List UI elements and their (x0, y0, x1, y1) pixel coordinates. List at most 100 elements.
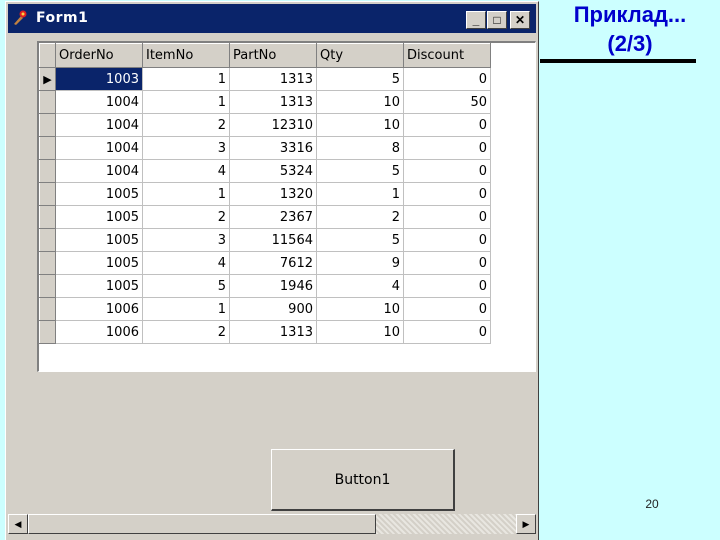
grid-cell[interactable]: 1005 (55, 182, 143, 206)
grid-cell[interactable]: 1004 (55, 159, 143, 183)
table-row[interactable]: 1005 4 7612 9 0 (39, 251, 491, 275)
grid-cell[interactable]: 2 (142, 205, 230, 229)
grid-cell[interactable]: 0 (403, 320, 491, 344)
horizontal-scrollbar[interactable]: ◀ ▶ (8, 514, 536, 534)
grid-cell[interactable]: 0 (403, 182, 491, 206)
grid-cell[interactable]: 1 (316, 182, 404, 206)
grid-cell[interactable]: 4 (142, 251, 230, 275)
grid-cell[interactable]: 1320 (229, 182, 317, 206)
grid-cell[interactable]: 5 (142, 274, 230, 298)
row-indicator[interactable] (39, 205, 56, 229)
grid-cell[interactable]: 9 (316, 251, 404, 275)
table-row[interactable]: 1004 2 12310 10 0 (39, 113, 491, 137)
minimize-button[interactable]: _ (466, 11, 486, 29)
grid-cell[interactable]: 4 (316, 274, 404, 298)
grid-cell[interactable]: 4 (142, 159, 230, 183)
table-row[interactable]: 1005 5 1946 4 0 (39, 274, 491, 298)
grid-cell[interactable]: 1 (142, 182, 230, 206)
scroll-thumb[interactable] (28, 514, 376, 534)
scroll-right-arrow[interactable]: ▶ (516, 514, 536, 534)
grid-cell[interactable]: 2 (142, 320, 230, 344)
grid-cell[interactable]: 1 (142, 90, 230, 114)
grid-cell[interactable]: 5 (316, 159, 404, 183)
grid-cell[interactable]: 8 (316, 136, 404, 160)
table-row[interactable]: 1004 1 1313 10 50 (39, 90, 491, 114)
grid-cell[interactable]: 1 (142, 297, 230, 321)
grid-cell[interactable]: 900 (229, 297, 317, 321)
row-indicator[interactable] (39, 274, 56, 298)
column-header[interactable]: OrderNo (55, 43, 143, 68)
grid-cell[interactable]: 0 (403, 113, 491, 137)
grid-cell[interactable]: 7612 (229, 251, 317, 275)
row-indicator[interactable] (39, 113, 56, 137)
row-indicator[interactable] (39, 90, 56, 114)
grid-cell[interactable]: 1004 (55, 136, 143, 160)
delphi-app-icon[interactable] (12, 10, 28, 26)
grid-cell[interactable]: 10 (316, 297, 404, 321)
column-header[interactable]: PartNo (229, 43, 317, 68)
grid-cell[interactable]: 10 (316, 90, 404, 114)
grid-cell[interactable]: 10 (316, 320, 404, 344)
grid-cell[interactable]: 1313 (229, 90, 317, 114)
grid-cell[interactable]: 1003 (55, 67, 143, 91)
db-grid[interactable]: OrderNo ItemNo PartNo Qty Discount ▶ 1003 1 131… (37, 41, 536, 372)
row-indicator[interactable] (39, 159, 56, 183)
grid-cell[interactable]: 3 (142, 136, 230, 160)
grid-cell[interactable]: 10 (316, 113, 404, 137)
grid-cell[interactable]: 3316 (229, 136, 317, 160)
grid-cell[interactable]: 1313 (229, 67, 317, 91)
grid-cell[interactable]: 0 (403, 67, 491, 91)
table-row[interactable]: 1006 2 1313 10 0 (39, 320, 491, 344)
grid-cell[interactable]: 0 (403, 274, 491, 298)
button1[interactable]: Button1 (271, 449, 455, 511)
grid-cell[interactable]: 0 (403, 159, 491, 183)
grid-cell[interactable]: 1005 (55, 251, 143, 275)
column-header[interactable]: Qty (316, 43, 404, 68)
maximize-button[interactable]: □ (487, 11, 507, 29)
row-indicator[interactable] (39, 182, 56, 206)
grid-cell[interactable]: 5 (316, 67, 404, 91)
grid-cell[interactable]: 11564 (229, 228, 317, 252)
grid-cell[interactable]: 1006 (55, 297, 143, 321)
grid-cell[interactable]: 12310 (229, 113, 317, 137)
row-indicator[interactable] (39, 320, 56, 344)
grid-cell[interactable]: 3 (142, 228, 230, 252)
grid-cell[interactable]: 1005 (55, 205, 143, 229)
column-header[interactable]: Discount (403, 43, 491, 68)
grid-cell[interactable]: 1946 (229, 274, 317, 298)
grid-cell[interactable]: 1004 (55, 113, 143, 137)
table-row[interactable]: 1005 2 2367 2 0 (39, 205, 491, 229)
table-row[interactable]: ▶ 1003 1 1313 5 0 (39, 67, 491, 91)
row-indicator[interactable] (39, 251, 56, 275)
current-row-indicator-icon[interactable]: ▶ (39, 67, 56, 91)
table-row[interactable]: 1006 1 900 10 0 (39, 297, 491, 321)
grid-cell[interactable]: 0 (403, 297, 491, 321)
grid-cell[interactable]: 2367 (229, 205, 317, 229)
table-row[interactable]: 1005 3 11564 5 0 (39, 228, 491, 252)
grid-cell[interactable]: 1005 (55, 274, 143, 298)
grid-cell[interactable]: 2 (316, 205, 404, 229)
grid-cell[interactable]: 5 (316, 228, 404, 252)
row-indicator[interactable] (39, 136, 56, 160)
grid-cell[interactable]: 1 (142, 67, 230, 91)
grid-cell[interactable]: 1005 (55, 228, 143, 252)
table-row[interactable]: 1004 4 5324 5 0 (39, 159, 491, 183)
grid-cell[interactable]: 0 (403, 205, 491, 229)
grid-cell[interactable]: 2 (142, 113, 230, 137)
grid-cell[interactable]: 50 (403, 90, 491, 114)
grid-cell[interactable]: 1006 (55, 320, 143, 344)
grid-cell[interactable]: 5324 (229, 159, 317, 183)
title-bar[interactable]: Form1 _ □ ✕ (8, 4, 536, 33)
scroll-left-arrow[interactable]: ◀ (8, 514, 28, 534)
row-indicator[interactable] (39, 228, 56, 252)
table-row[interactable]: 1004 3 3316 8 0 (39, 136, 491, 160)
grid-cell[interactable]: 1313 (229, 320, 317, 344)
grid-cell[interactable]: 0 (403, 251, 491, 275)
column-header[interactable]: ItemNo (142, 43, 230, 68)
grid-cell[interactable]: 0 (403, 228, 491, 252)
table-row[interactable]: 1005 1 1320 1 0 (39, 182, 491, 206)
grid-cell[interactable]: 0 (403, 136, 491, 160)
close-button[interactable]: ✕ (510, 11, 530, 29)
row-indicator[interactable] (39, 297, 56, 321)
grid-cell[interactable]: 1004 (55, 90, 143, 114)
